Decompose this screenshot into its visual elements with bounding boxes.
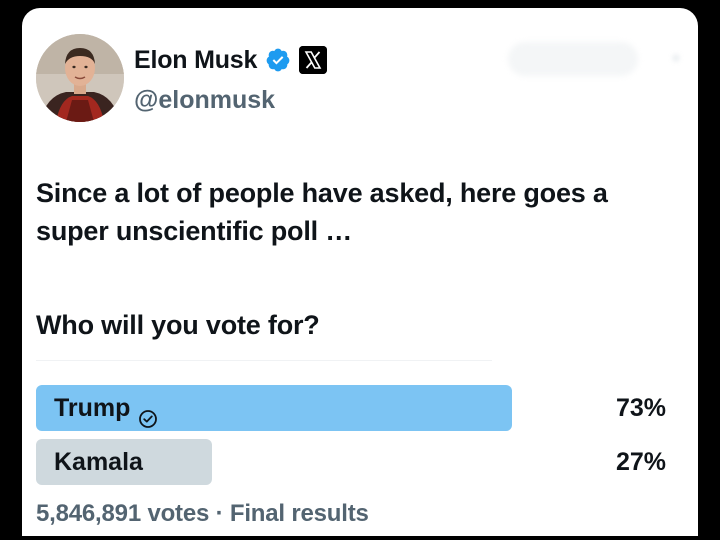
divider	[36, 360, 492, 361]
vote-count: 5,846,891 votes	[36, 500, 210, 527]
poll-option-label-text: Kamala	[54, 448, 143, 476]
more-options-icon[interactable]	[672, 54, 680, 62]
tweet-text: Since a lot of people have asked, here g…	[36, 178, 608, 246]
poll-status: Final results	[229, 500, 369, 527]
avatar[interactable]	[36, 34, 124, 122]
poll-option-percent: 73%	[615, 394, 666, 422]
author-handle[interactable]: @elonmusk	[134, 86, 275, 115]
check-circle-icon	[138, 398, 158, 428]
x-logo-icon	[299, 46, 328, 74]
poll-option-trump[interactable]: Trump 73%	[36, 385, 676, 431]
poll-question: Who will you vote for?	[36, 310, 320, 340]
poll-option-percent: 27%	[615, 448, 666, 476]
poll-option-label: Kamala	[54, 439, 143, 485]
follow-button[interactable]	[508, 42, 638, 76]
verified-badge-icon	[265, 47, 291, 73]
poll-option-label-text: Trump	[54, 394, 131, 422]
tweet-card: Elon Musk @elonmusk Since a lot of peopl…	[22, 8, 698, 536]
author-row: Elon Musk	[134, 44, 328, 76]
poll-footer: 5,846,891 votes · Final results	[36, 500, 369, 528]
poll-option-label: Trump	[54, 385, 158, 431]
author-name[interactable]: Elon Musk	[134, 46, 257, 75]
separator: ·	[215, 500, 224, 527]
poll-option-kamala[interactable]: Kamala 27%	[36, 439, 676, 485]
